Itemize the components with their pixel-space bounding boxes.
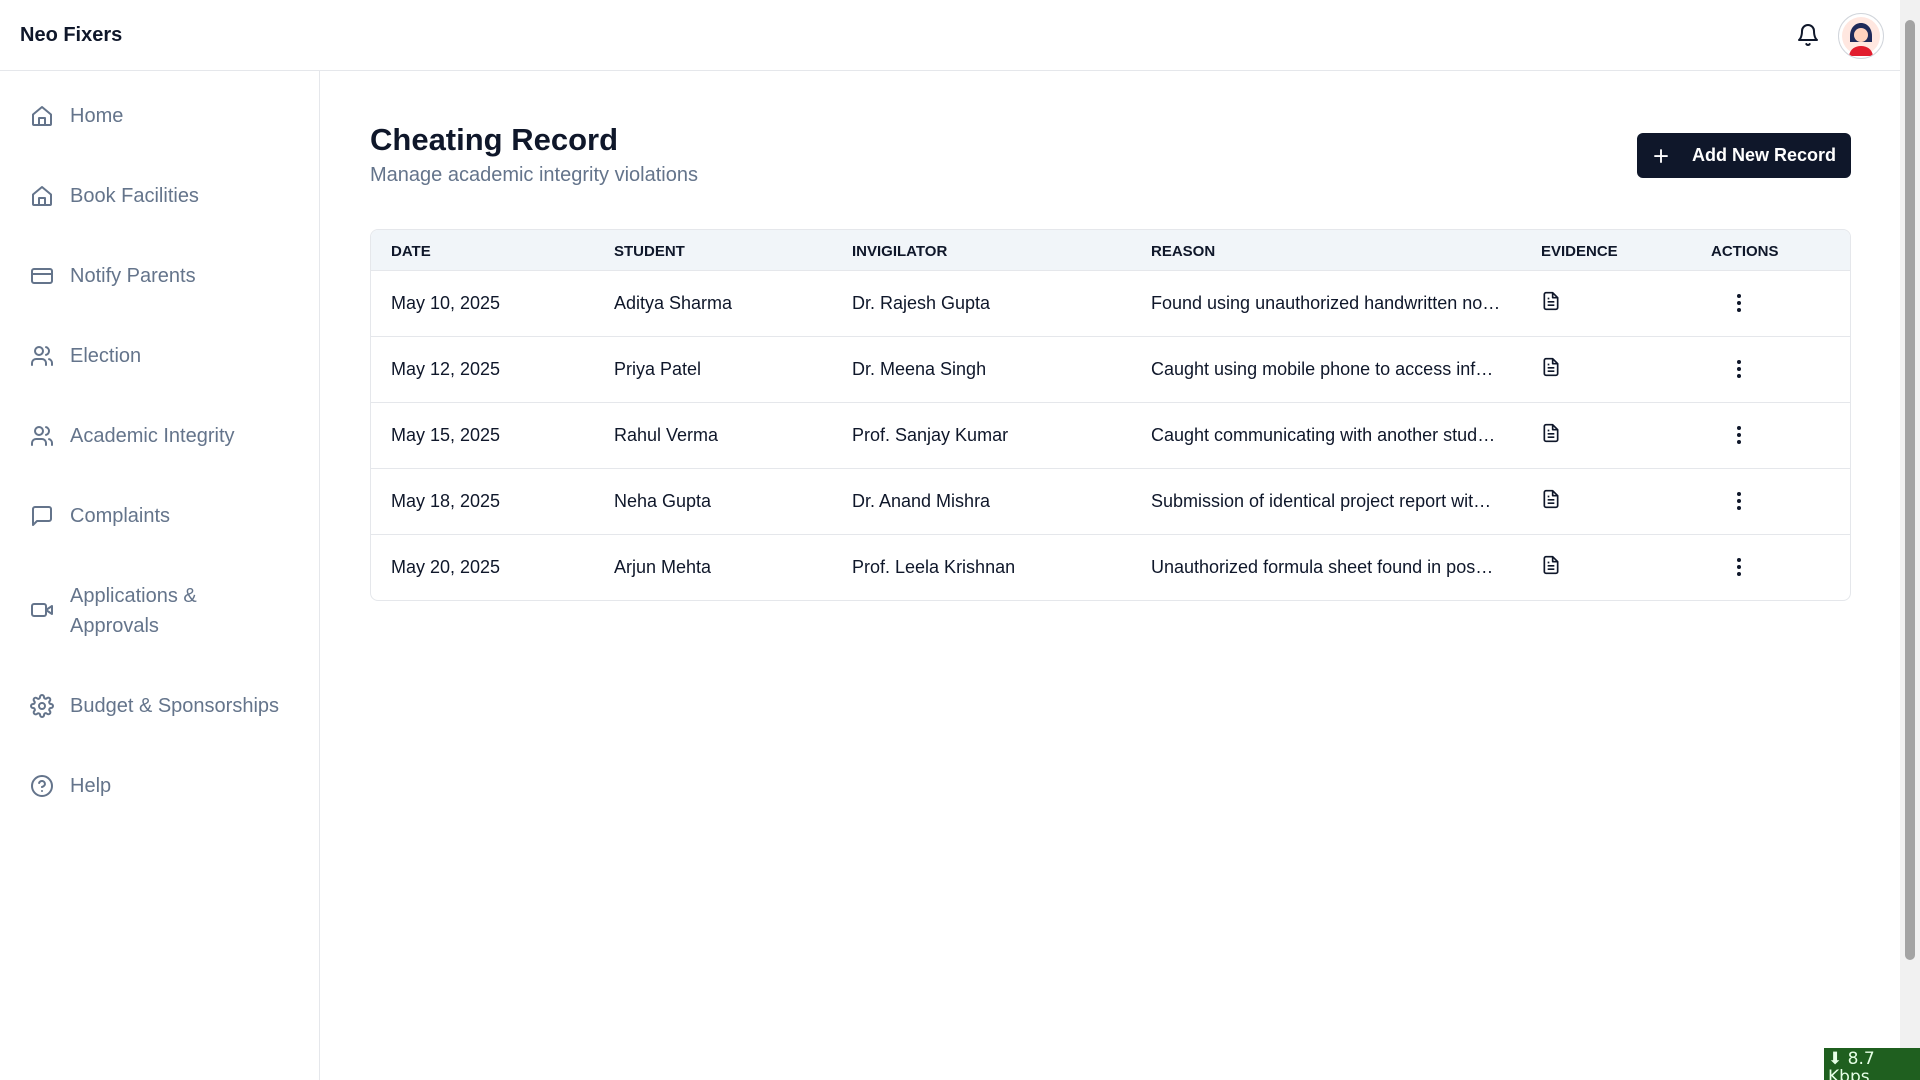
cell-date: May 20, 2025 [391, 557, 501, 577]
more-vertical-icon[interactable] [1729, 357, 1749, 381]
sidebar-item-label: Academic Integrity [70, 425, 235, 447]
cell-reason: Found using unauthorized handwritten not… [1151, 293, 1501, 313]
more-vertical-icon[interactable] [1729, 423, 1749, 447]
add-new-record-label: Add New Record [1691, 145, 1837, 165]
cheating-records-table: DATE STUDENT INVIGILATOR REASON EVIDENCE… [370, 229, 1851, 601]
cell-invigilator: Dr. Rajesh Gupta [852, 293, 991, 313]
document-icon[interactable] [1541, 422, 1561, 449]
sidebar-item-notify-parents[interactable]: Notify Parents [30, 261, 300, 291]
column-header-reason[interactable]: REASON [1151, 243, 1215, 260]
bell-icon[interactable] [1794, 21, 1822, 49]
users-icon [31, 426, 53, 446]
sidebar-item-budget-sponsorships[interactable]: Budget & Sponsorships [30, 691, 300, 721]
cell-date: May 18, 2025 [391, 491, 501, 511]
sidebar-item-applications-approvals[interactable]: Applications & Approvals [30, 581, 230, 641]
cell-invigilator: Dr. Meena Singh [852, 359, 987, 379]
sidebar-item-academic-integrity[interactable]: Academic Integrity [30, 421, 300, 451]
add-new-record-button[interactable]: Add New Record [1637, 133, 1851, 178]
table-header: DATE STUDENT INVIGILATOR REASON EVIDENCE… [371, 230, 1850, 271]
sidebar: Home Book Facilities Notify Parents Elec… [0, 71, 320, 1080]
column-header-invigilator[interactable]: INVIGILATOR [852, 243, 947, 260]
table-row[interactable]: May 12, 2025 Priya Patel Dr. Meena Singh… [371, 337, 1850, 403]
home-icon [32, 186, 52, 206]
sidebar-item-label: Complaints [70, 505, 171, 527]
column-header-evidence[interactable]: EVIDENCE [1541, 243, 1618, 260]
sidebar-item-book-facilities[interactable]: Book Facilities [30, 181, 300, 211]
document-icon[interactable] [1541, 488, 1561, 515]
brand-name: Neo Fixers [20, 24, 123, 46]
page-subtitle: Manage academic integrity violations [370, 164, 698, 186]
cell-student: Arjun Mehta [614, 557, 712, 577]
sidebar-item-label: Home [70, 105, 124, 127]
user-avatar[interactable] [1838, 13, 1884, 59]
network-speed-indicator: ⬇ 8.7 Kbps [1824, 1048, 1920, 1080]
cell-reason: Unauthorized formula sheet found in poss… [1151, 557, 1501, 577]
column-header-actions[interactable]: ACTIONS [1711, 243, 1779, 260]
gear-icon [30, 694, 54, 718]
vertical-scrollbar[interactable] [1900, 0, 1920, 1080]
plus-icon [1654, 148, 1668, 163]
column-header-date[interactable]: DATE [391, 243, 431, 260]
more-vertical-icon[interactable] [1729, 489, 1749, 513]
more-vertical-icon[interactable] [1729, 291, 1749, 315]
table-row[interactable]: May 18, 2025 Neha Gupta Dr. Anand Mishra… [371, 469, 1850, 535]
video-icon [31, 603, 53, 617]
column-header-student[interactable]: STUDENT [614, 243, 685, 260]
cell-student: Priya Patel [614, 359, 702, 379]
cell-reason: Caught using mobile phone to access info… [1151, 359, 1501, 379]
cell-reason: Caught communicating with another stude.… [1151, 425, 1501, 445]
sidebar-item-label: Applications & Approvals [70, 585, 197, 637]
cell-student: Rahul Verma [614, 425, 719, 445]
sidebar-item-label: Book Facilities [70, 185, 199, 207]
sidebar-item-complaints[interactable]: Complaints [30, 501, 300, 531]
cell-invigilator: Dr. Anand Mishra [852, 491, 991, 511]
cell-invigilator: Prof. Sanjay Kumar [852, 425, 1009, 445]
app-root: Neo Fixers Home Book Facilities Notify P… [0, 0, 1920, 1080]
table-row[interactable]: May 20, 2025 Arjun Mehta Prof. Leela Kri… [371, 535, 1850, 600]
cell-student: Aditya Sharma [614, 293, 733, 313]
help-circle-icon [31, 775, 53, 797]
cell-reason: Submission of identical project report w… [1151, 491, 1501, 511]
message-icon [32, 506, 52, 526]
cell-date: May 12, 2025 [391, 359, 501, 379]
cell-date: May 15, 2025 [391, 425, 501, 445]
cell-invigilator: Prof. Leela Krishnan [852, 557, 1016, 577]
more-vertical-icon[interactable] [1729, 555, 1749, 579]
sidebar-item-label: Budget & Sponsorships [70, 695, 280, 717]
avatar-icon [1842, 17, 1880, 56]
sidebar-item-help[interactable]: Help [30, 771, 300, 801]
table-row[interactable]: May 15, 2025 Rahul Verma Prof. Sanjay Ku… [371, 403, 1850, 469]
document-icon[interactable] [1541, 356, 1561, 383]
sidebar-item-election[interactable]: Election [30, 341, 300, 371]
users-icon [31, 346, 53, 366]
document-icon[interactable] [1541, 290, 1561, 317]
cell-date: May 10, 2025 [391, 293, 501, 313]
sidebar-item-label: Help [70, 775, 112, 797]
sidebar-item-label: Election [70, 345, 142, 367]
scrollbar-thumb[interactable] [1905, 20, 1915, 960]
document-icon[interactable] [1541, 554, 1561, 581]
card-icon [31, 268, 53, 284]
cell-student: Neha Gupta [614, 491, 712, 511]
sidebar-item-label: Notify Parents [70, 265, 196, 287]
top-bar: Neo Fixers [0, 0, 1900, 71]
table-row[interactable]: May 10, 2025 Aditya Sharma Dr. Rajesh Gu… [371, 271, 1850, 337]
home-icon [32, 106, 52, 126]
sidebar-item-home[interactable]: Home [30, 101, 300, 131]
page-title: Cheating Record [370, 122, 619, 157]
